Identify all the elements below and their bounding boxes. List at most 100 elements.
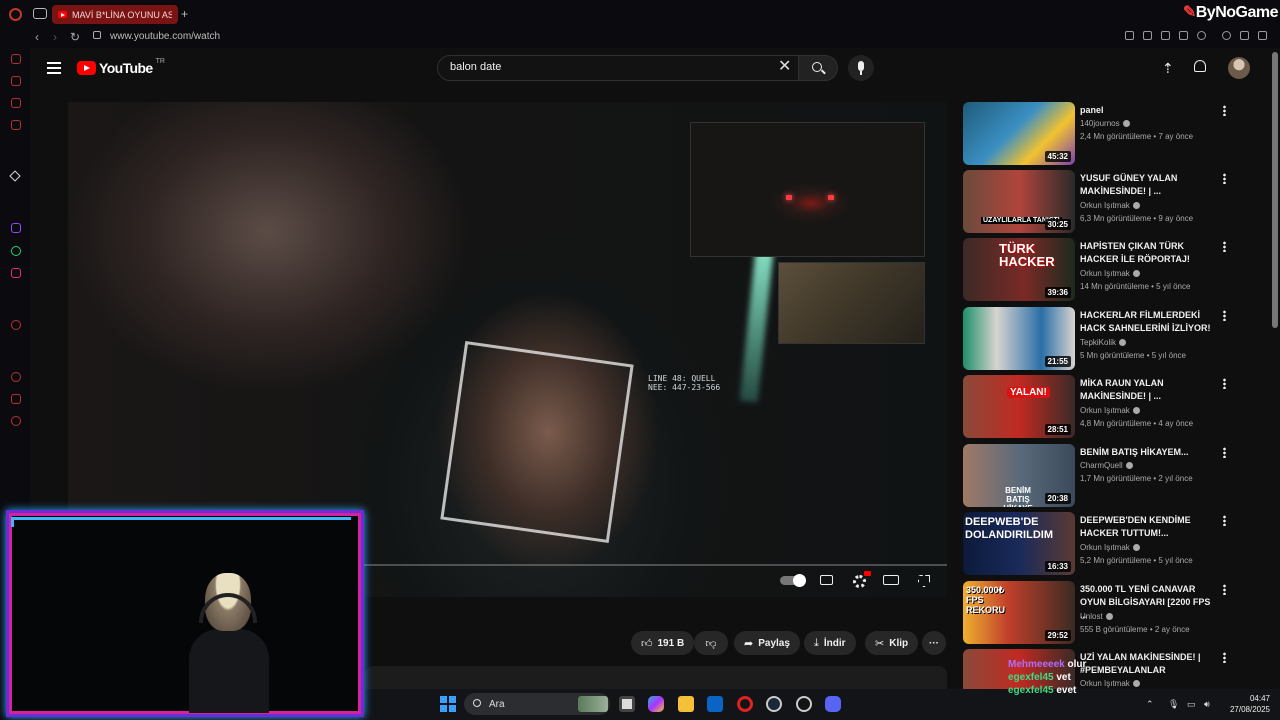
more-options-icon[interactable] [1223,652,1226,663]
more-options-icon[interactable] [1223,310,1226,321]
shield-icon[interactable] [1161,31,1170,40]
lock-icon[interactable] [93,31,101,39]
hamburger-menu-icon[interactable] [47,62,61,74]
video-title[interactable]: UZİ YALAN MAKİNESİNDE! | #PEMBEYALANLAR [1080,651,1220,677]
more-actions-button[interactable]: ··· [922,631,946,655]
sidebar-settings-icon[interactable] [11,416,21,426]
channel-name[interactable]: TepkiKolik [1080,338,1127,347]
channel-name[interactable]: Orkun Işıtmak [1080,269,1140,278]
channel-name[interactable]: Orkun Işıtmak [1080,543,1140,552]
opera-gx-taskbar-icon[interactable] [737,696,753,712]
profile-icon[interactable] [1222,31,1231,40]
opera-logo-icon[interactable] [9,8,22,21]
channel-name[interactable]: Orkun Işıtmak [1080,201,1140,210]
tray-overflow-icon[interactable]: ⌃ [1146,699,1154,710]
recommendation-item[interactable]: DEEPWEB'DE DOLANDIRILDIM 16:33 DEEPWEB'D… [963,512,1263,578]
search-input[interactable] [450,61,770,73]
channel-name[interactable]: Orkun Işıtmak [1080,679,1140,688]
video-thumbnail[interactable]: DEEPWEB'DE DOLANDIRILDIM 16:33 [963,512,1075,575]
sidebar-bag-icon[interactable] [11,76,21,86]
recommendation-item[interactable]: YALAN! 28:51 MİKA RAUN YALAN MAKİNESİNDE… [963,375,1263,441]
video-title[interactable]: DEEPWEB'DEN KENDİME HACKER TUTTUM!... [1080,514,1220,540]
video-thumbnail[interactable]: 45:32 [963,102,1075,165]
dislike-button[interactable]: 👎︎ [694,631,728,655]
channel-name[interactable]: CharmQuell [1080,461,1133,470]
more-options-icon[interactable] [1223,378,1226,389]
more-options-icon[interactable] [1223,584,1226,595]
clip-button[interactable]: ✂ Klip [865,631,919,655]
more-options-icon[interactable] [1223,173,1226,184]
settings-gear-icon[interactable] [853,575,866,588]
recommendation-item[interactable]: BENİM BATIŞ HİKAYE 20:38 BENİM BATIŞ HİK… [963,444,1263,510]
volume-icon[interactable]: 🔊︎ [1204,699,1210,710]
taskbar-clock[interactable]: 04:47 27/08/2025 [1228,693,1270,715]
video-thumbnail[interactable]: UZAYLILARLA TANIŞTI 30:25 [963,170,1075,233]
sidebar-history-icon[interactable] [11,372,21,382]
channel-name[interactable]: Unlost [1080,612,1113,621]
notifications-bell-icon[interactable] [1194,60,1206,72]
download-button[interactable]: ⤓ İndir [804,631,856,655]
sidebar-game-icon[interactable] [11,98,21,108]
sidebar-instagram-icon[interactable] [11,268,21,278]
network-icon[interactable]: ▭ [1187,699,1196,710]
player-icon[interactable] [1179,31,1188,40]
app-icon[interactable] [796,696,812,712]
windows-start-icon[interactable] [440,696,456,712]
video-title[interactable]: HACKERLAR FİLMLERDEKİ HACK SAHNELERİNİ İ… [1080,309,1220,335]
tab-islands-icon[interactable] [33,8,47,19]
snapshot-icon[interactable] [1125,31,1134,40]
sidebar-player-icon[interactable] [11,320,21,330]
steam-icon[interactable] [766,696,782,712]
clear-search-icon[interactable]: ✕ [778,59,791,75]
recommendation-item[interactable]: 21:55 HACKERLAR FİLMLERDEKİ HACK SAHNELE… [963,307,1263,373]
more-options-icon[interactable] [1223,515,1226,526]
extensions-icon[interactable] [1143,31,1152,40]
sidebar-speed-dial-icon[interactable] [11,54,21,64]
video-title[interactable]: panel [1080,104,1220,117]
menu-icon[interactable] [1258,31,1267,40]
browser-tab-active[interactable]: MAVİ B*LİNA OYUNU ASL [52,5,178,24]
like-button[interactable]: 👍︎ 191 B [631,631,695,655]
video-thumbnail[interactable]: YALAN! 28:51 [963,375,1075,438]
upload-icon[interactable]: ⇡ [1162,60,1174,77]
forward-icon[interactable]: › [53,30,57,44]
discord-icon[interactable] [825,696,841,712]
recommendation-item[interactable]: TÜRK HACKER 39:36 HAPİSTEN ÇIKAN TÜRK HA… [963,238,1263,304]
channel-name[interactable]: Orkun Işıtmak [1080,406,1140,415]
recommendation-item[interactable]: UZAYLILARLA TANIŞTI 30:25 YUSUF GÜNEY YA… [963,170,1263,236]
video-title[interactable]: HAPİSTEN ÇIKAN TÜRK HACKER İLE RÖPORTAJ! [1080,240,1220,266]
video-title[interactable]: YUSUF GÜNEY YALAN MAKİNESİNDE! | ... [1080,172,1220,198]
theater-mode-icon[interactable] [883,575,899,585]
outlook-icon[interactable] [707,696,723,712]
video-thumbnail[interactable]: BENİM BATIŞ HİKAYE 20:38 [963,444,1075,507]
download-icon[interactable] [1240,31,1249,40]
file-explorer-icon[interactable] [678,696,694,712]
more-options-icon[interactable] [1223,241,1226,252]
heart-icon[interactable] [1197,31,1206,40]
youtube-logo[interactable]: YouTube TR [77,58,165,76]
video-title[interactable]: MİKA RAUN YALAN MAKİNESİNDE! | ... [1080,377,1220,403]
video-thumbnail[interactable]: 350.000₺ FPS REKORU 29:52 [963,581,1075,644]
copilot-icon[interactable] [648,696,664,712]
account-avatar[interactable] [1228,57,1250,79]
new-tab-button[interactable]: + [181,7,188,21]
sidebar-m-icon[interactable] [11,120,21,130]
video-title[interactable]: BENİM BATIŞ HİKAYEM... [1080,446,1220,459]
search-box[interactable] [437,55,799,81]
more-options-icon[interactable] [1223,105,1226,116]
video-thumbnail[interactable]: TÜRK HACKER 39:36 [963,238,1075,301]
autoplay-toggle[interactable] [780,573,806,587]
recommendation-item[interactable]: 350.000₺ FPS REKORU 29:52 350.000 TL YEN… [963,581,1263,647]
back-icon[interactable]: ‹ [35,30,39,44]
video-thumbnail[interactable]: 21:55 [963,307,1075,370]
channel-name[interactable]: 140journos [1080,119,1130,128]
reload-icon[interactable]: ↻ [70,30,80,44]
sidebar-extensions-icon[interactable] [11,394,21,404]
mic-tray-icon[interactable]: 🎙︎ [1168,699,1179,710]
task-view-icon[interactable] [619,696,635,712]
more-options-icon[interactable] [1223,447,1226,458]
page-scrollbar[interactable] [1272,52,1278,328]
sidebar-whatsapp-icon[interactable] [11,246,21,256]
subtitles-icon[interactable] [820,575,833,585]
voice-search-icon[interactable] [848,55,874,81]
